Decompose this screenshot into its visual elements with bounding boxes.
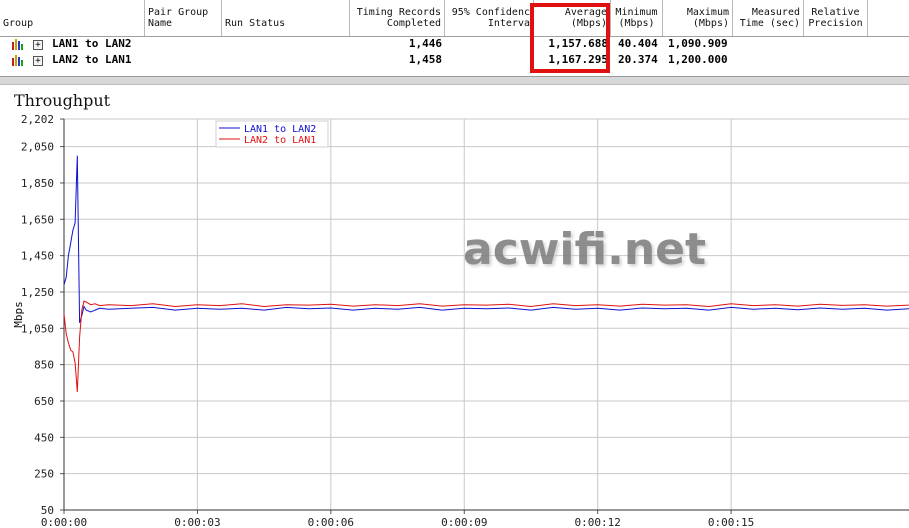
series-line bbox=[63, 300, 909, 392]
y-tick-label: 650 bbox=[34, 395, 54, 408]
throughput-chart: 2,202 2,050 1,850 1,650 1,450 1,250 1,050 850 65… bbox=[12, 113, 909, 528]
legend: LAN1 to LAN2LAN2 to LAN1 bbox=[215, 120, 329, 148]
y-tick-label: 1,050 bbox=[21, 322, 54, 335]
y-tick-label: 1,450 bbox=[21, 250, 54, 263]
y-tick-label: 2,202 bbox=[21, 113, 54, 126]
y-tick-label: 450 bbox=[34, 431, 54, 444]
y-tick-label: 1,850 bbox=[21, 177, 54, 190]
y-tick-label: 250 bbox=[34, 468, 54, 481]
x-tick-label: 0:00:09 bbox=[441, 516, 487, 528]
y-tick-label: 2,050 bbox=[21, 141, 54, 154]
x-tick-label: 0:00:12 bbox=[575, 516, 621, 528]
x-tick-label: 0:00:06 bbox=[308, 516, 354, 528]
x-tick-label: 0:00:15 bbox=[708, 516, 754, 528]
x-tick-label: 0:00:00 bbox=[41, 516, 87, 528]
legend-label: LAN2 to LAN1 bbox=[244, 135, 316, 146]
y-axis-label: Mbps bbox=[12, 301, 25, 328]
x-tick-label: 0:00:03 bbox=[174, 516, 220, 528]
watermark: acwifi.net bbox=[463, 224, 707, 275]
y-tick-label: 850 bbox=[34, 359, 54, 372]
y-tick-label: 1,250 bbox=[21, 286, 54, 299]
legend-label: LAN1 to LAN2 bbox=[244, 124, 316, 135]
y-tick-label: 1,650 bbox=[21, 213, 54, 226]
